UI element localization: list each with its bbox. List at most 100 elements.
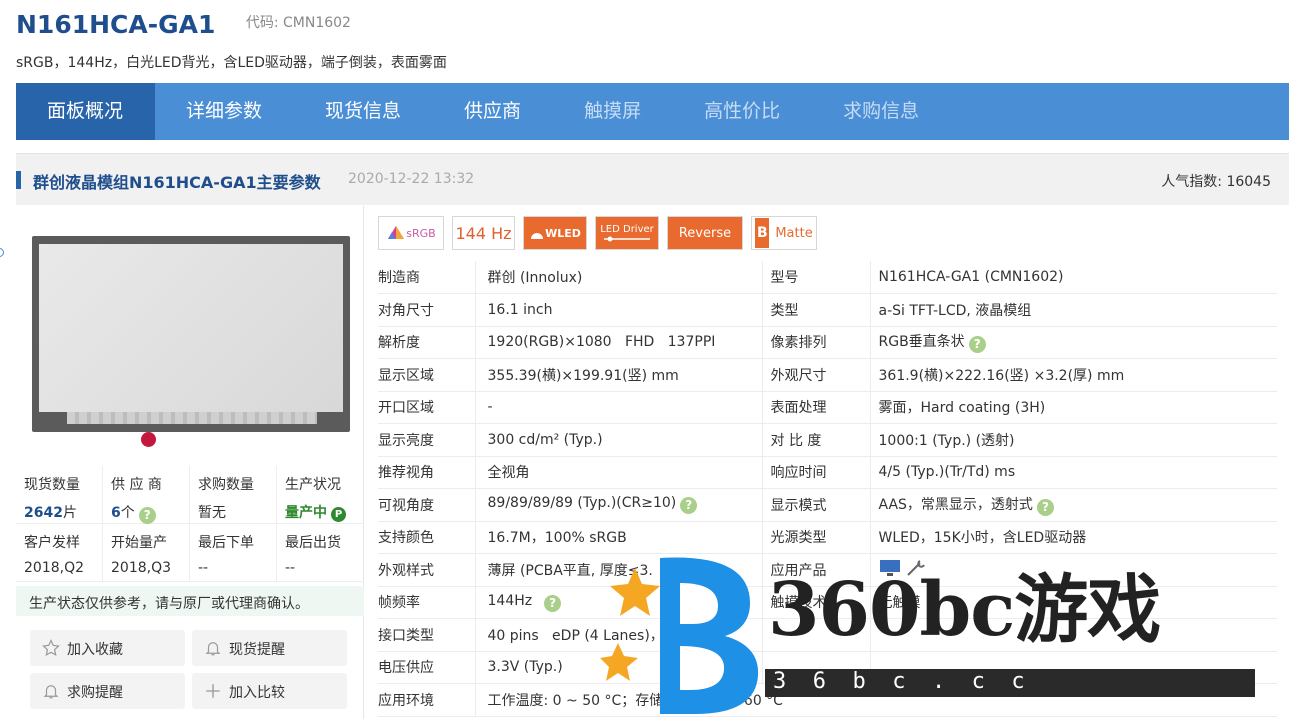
star-icon [42, 639, 60, 657]
spec-key: 应用环境 [378, 683, 475, 717]
main-nav: 面板概况 详细参数 现货信息 供应商 触摸屏 高性价比 求购信息 [16, 83, 1289, 140]
help-icon[interactable]: ? [680, 497, 698, 515]
watermark-overlay: 360bc游戏 3 6 b c . c c [600, 548, 1260, 719]
button-label: 加入收藏 [67, 642, 123, 658]
add-compare-button[interactable]: 加入比较 [192, 673, 347, 709]
stat-label: 最后出货 [285, 535, 341, 551]
spec-key: 对 比 度 [761, 423, 870, 457]
spec-value: 1000:1 (Typ.) (透射) [869, 423, 1277, 457]
hz-badge: 144 Hz [452, 216, 515, 250]
supplier-count: 6 [111, 505, 121, 521]
section-accent-bar [16, 171, 21, 189]
stat-value: 2018,Q2 [24, 560, 85, 576]
pixel-layout: RGB垂直条状 [878, 334, 965, 351]
panel-screen [39, 244, 343, 412]
stat-label: 生产状况 [285, 477, 341, 493]
spec-value: 361.9(横)×222.16(竖) ×3.2(厚) mm [869, 358, 1277, 392]
viewing-angle: 89/89/89/89 (Typ.)(CR≥10) [487, 495, 677, 512]
spec-key: 外观尺寸 [761, 358, 870, 392]
stat-label: 供 应 商 [111, 477, 162, 493]
spec-key: 开口区域 [378, 391, 475, 424]
watermark-subtext: 3 6 b c . c c [765, 669, 1255, 697]
spec-key: 型号 [761, 261, 870, 294]
button-label: 现货提醒 [229, 642, 285, 658]
spec-value: 雾面，Hard coating (3H) [869, 391, 1277, 424]
tab-touch[interactable]: 触摸屏 [553, 83, 673, 140]
tab-purchase[interactable]: 求购信息 [812, 83, 951, 140]
stat-value: -- [285, 560, 296, 576]
tab-suppliers[interactable]: 供应商 [433, 83, 553, 140]
stat-mass-production: 开始量产 2018,Q3 [103, 524, 190, 581]
model-code: 代码: CMN1602 [245, 15, 351, 31]
spec-key: 外观样式 [378, 553, 475, 587]
tab-stock[interactable]: 现货信息 [294, 83, 433, 140]
spec-key: 像素排列 [761, 326, 870, 359]
stat-stock: 现货数量 2642片 [16, 466, 103, 523]
spec-key: 支持颜色 [378, 521, 475, 554]
left-column: 现货数量 2642片 供 应 商 6个? 求购数量 暂无 生产状况 量产中 P 客… [16, 206, 364, 719]
help-icon[interactable]: ? [544, 594, 562, 612]
stat-label: 求购数量 [198, 477, 254, 493]
stock-alert-button[interactable]: 现货提醒 [192, 630, 347, 666]
stock-count: 2642 [24, 505, 63, 521]
stat-value: 2018,Q3 [111, 560, 172, 576]
stat-value[interactable]: 6个? [111, 502, 189, 524]
bell-icon [43, 685, 59, 699]
stat-value: -- [198, 560, 209, 576]
feature-badges: sRGB 144 Hz WLED LED Driver Reverse B Ma… [378, 206, 1277, 261]
spec-value[interactable]: 群创 (Innolux) [474, 261, 762, 294]
spec-key: 响应时间 [761, 456, 870, 489]
watermark-logo-icon [600, 557, 759, 714]
stat-last-order: 最后下单 -- [190, 524, 277, 581]
wled-label: WLED [545, 226, 581, 240]
tab-overview[interactable]: 面板概况 [16, 83, 156, 140]
button-label: 加入比较 [229, 685, 285, 701]
stat-label: 最后下单 [198, 535, 254, 551]
spec-value: 355.39(横)×199.91(竖) mm [474, 358, 762, 392]
stats-grid: 现货数量 2642片 供 应 商 6个? 求购数量 暂无 生产状况 量产中 P 客… [16, 466, 364, 582]
manufacturer-link[interactable]: 群创 (Innolux) [488, 270, 583, 286]
matte-label: Matte [775, 225, 813, 241]
spec-value: 全视角 [474, 456, 762, 489]
spec-key: 表面处理 [761, 391, 870, 424]
tab-value[interactable]: 高性价比 [673, 83, 812, 140]
srgb-badge: sRGB [378, 216, 444, 250]
table-row: 可视角度 89/89/89/89 (Typ.)(CR≥10)? 显示模式 AAS… [378, 488, 1277, 522]
spec-value: 16.1 inch [474, 293, 762, 327]
stock-unit: 片 [62, 505, 77, 521]
table-row: 制造商 群创 (Innolux) 型号 N161HCA-GA1 (CMN1602… [378, 261, 1277, 294]
table-row: 推荐视角 全视角 响应时间 4/5 (Typ.)(Tr/Td) ms [378, 456, 1277, 489]
reverse-badge: Reverse [667, 216, 743, 250]
spec-key: 显示区域 [378, 358, 475, 392]
tab-details[interactable]: 详细参数 [155, 83, 294, 140]
spec-value: RGB垂直条状? [869, 326, 1277, 359]
help-icon[interactable]: ? [138, 507, 156, 524]
table-row: 对角尺寸 16.1 inch 类型 a-Si TFT-LCD, 液晶模组 [378, 293, 1277, 327]
spec-value: a-Si TFT-LCD, 液晶模组 [869, 293, 1277, 327]
stat-suppliers: 供 应 商 6个? [103, 466, 190, 524]
stat-sample: 客户发样 2018,Q2 [16, 524, 103, 581]
stat-value[interactable]: 2642片 [24, 502, 102, 522]
stat-purchase: 求购数量 暂无 [190, 466, 277, 523]
carousel-dot[interactable] [141, 432, 156, 447]
spec-key: 接口类型 [378, 618, 475, 652]
spec-key: 类型 [761, 293, 870, 327]
section-title: 群创液晶模组N161HCA-GA1主要参数 [33, 173, 321, 192]
help-icon[interactable]: ? [968, 336, 986, 354]
table-row: 解析度 1920(RGB)×1080 FHD 137PPI 像素排列 RGB垂直… [378, 326, 1277, 359]
bell-icon [205, 642, 221, 656]
spec-key: 解析度 [378, 326, 475, 359]
panel-pcb [67, 412, 317, 424]
stat-label: 客户发样 [24, 535, 80, 551]
production-icon: P [331, 507, 346, 522]
table-row: 显示区域 355.39(横)×199.91(竖) mm 外观尺寸 361.9(横… [378, 358, 1277, 392]
product-subtitle: sRGB，144Hz，白光LED背光，含LED驱动器，端子倒装，表面雾面 [16, 55, 447, 71]
purchase-alert-button[interactable]: 求购提醒 [30, 673, 185, 709]
add-favorite-button[interactable]: 加入收藏 [30, 630, 185, 666]
edge-circle-icon [0, 248, 4, 257]
spec-key: 显示亮度 [378, 423, 475, 457]
help-icon[interactable]: ? [1036, 498, 1054, 516]
model-title: N161HCA-GA1 [16, 10, 216, 39]
spec-value: 89/89/89/89 (Typ.)(CR≥10)? [474, 488, 762, 522]
spec-key: 显示模式 [761, 488, 870, 522]
